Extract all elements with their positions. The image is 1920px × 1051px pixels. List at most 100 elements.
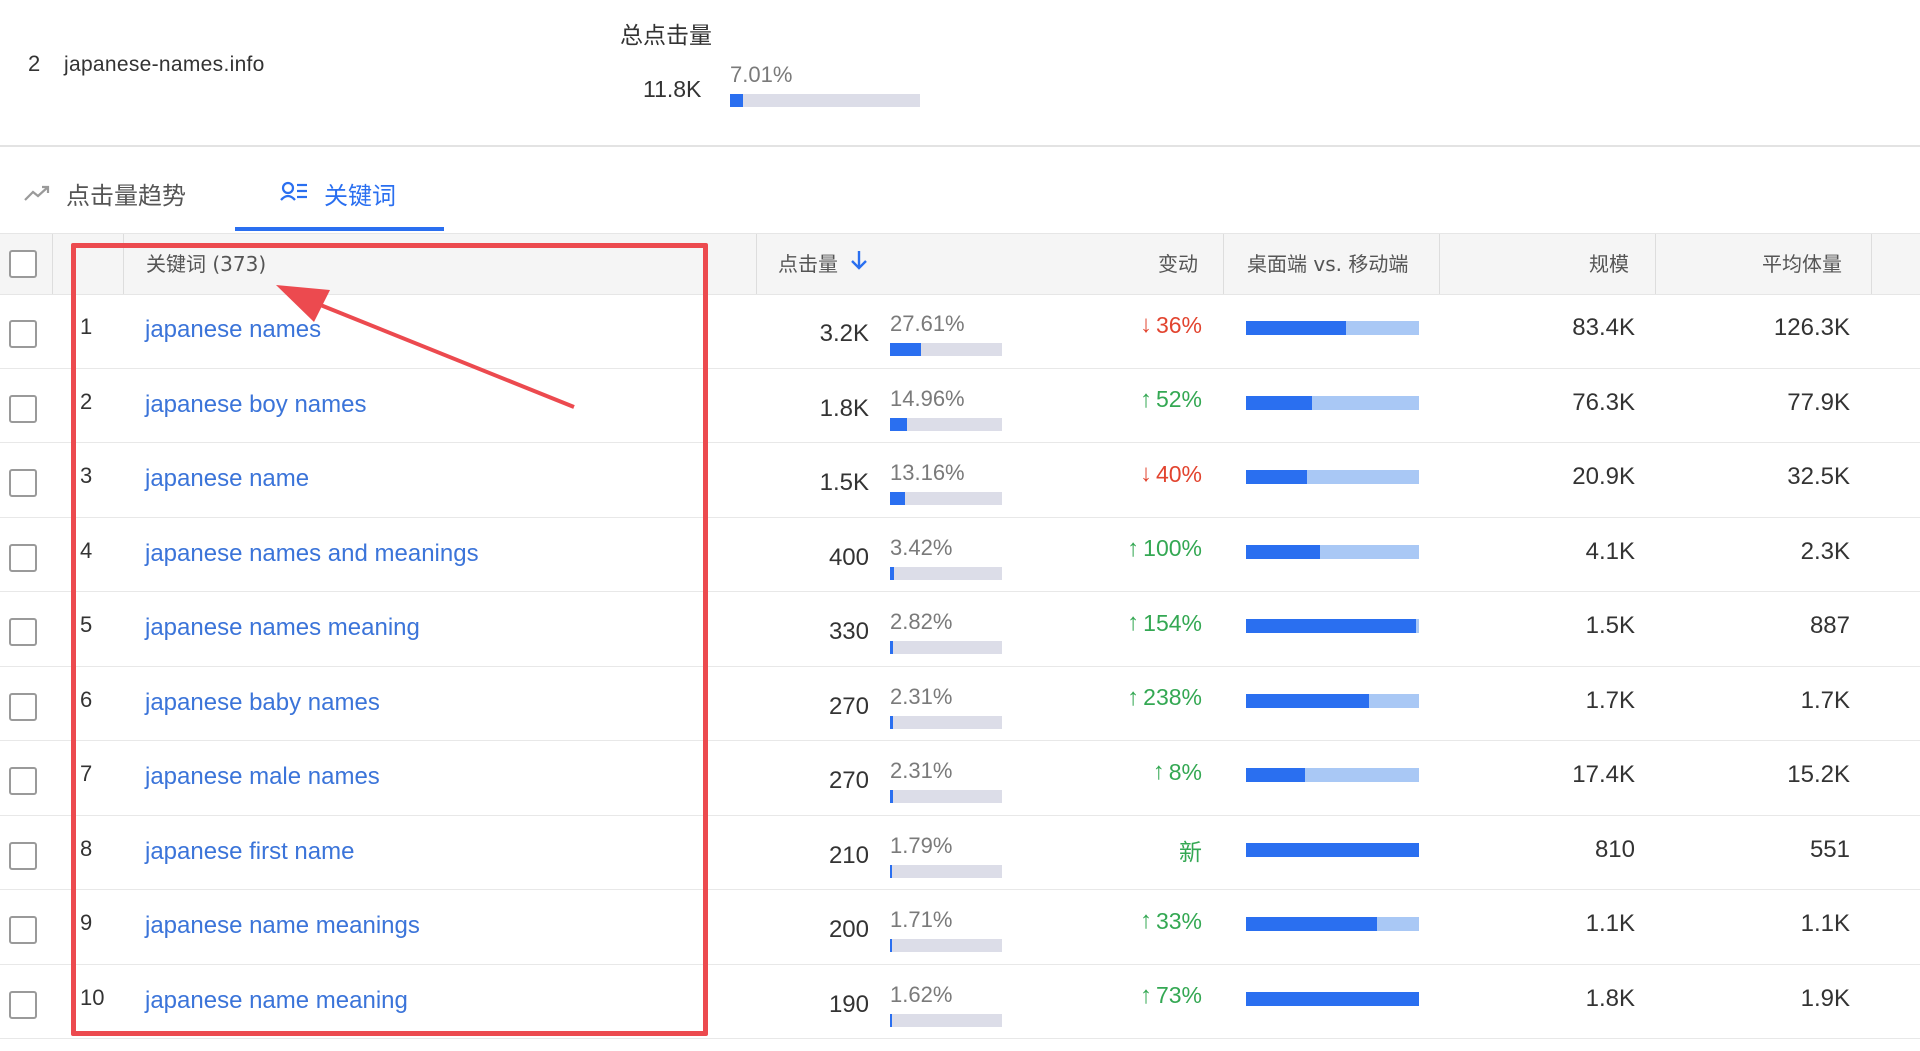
column-separator <box>123 234 124 294</box>
table-row: 4 japanese names and meanings 400 3.42% … <box>0 518 1920 592</box>
clicks-share-bar <box>890 715 1002 729</box>
desktop-share-fill <box>1246 768 1305 782</box>
table-row: 1 japanese names 3.2K 27.61% ↓ 36% 83.4K … <box>0 294 1920 369</box>
table-row: 2 japanese boy names 1.8K 14.96% ↑ 52% 76… <box>0 369 1920 443</box>
row-checkbox[interactable] <box>9 841 37 870</box>
clicks-share-bar-fill <box>890 939 893 952</box>
column-separator <box>756 234 757 294</box>
keyword-link[interactable]: japanese first name <box>145 838 354 866</box>
avg-volume-value: 126.3K <box>1773 314 1850 341</box>
avg-volume-value: 1.1K <box>1800 910 1850 937</box>
keyword-link[interactable]: japanese names meaning <box>145 614 420 642</box>
column-header-scale[interactable]: 规模 <box>1589 234 1629 294</box>
row-index: 8 <box>80 835 93 861</box>
keyword-link[interactable]: japanese name meaning <box>145 987 408 1015</box>
column-separator <box>1871 234 1872 294</box>
column-header-avg-volume[interactable]: 平均体量 <box>1762 234 1842 294</box>
clicks-share-bar-fill <box>890 715 893 729</box>
clicks-value: 200 <box>828 916 869 943</box>
tab-click-trend[interactable]: 点击量趋势 <box>24 176 186 211</box>
clicks-share-pct: 2.31% <box>890 758 953 783</box>
change-value: ↓ 36% <box>1139 311 1202 338</box>
tab-keywords[interactable]: 关键词 <box>280 176 396 211</box>
keyword-link[interactable]: japanese names <box>145 316 321 344</box>
site-domain[interactable]: japanese-names.info <box>64 53 265 77</box>
desktop-vs-mobile-bar <box>1246 470 1419 484</box>
table-row: 6 japanese baby names 270 2.31% ↑ 238% 1.… <box>0 667 1920 741</box>
column-separator <box>1655 234 1656 294</box>
arrow-up-icon: ↑ <box>1139 385 1152 413</box>
keyword-link[interactable]: japanese names and meanings <box>145 540 479 568</box>
change-value: 新 <box>1179 838 1202 865</box>
top-divider <box>0 145 1920 147</box>
row-checkbox[interactable] <box>9 916 37 944</box>
desktop-vs-mobile-bar <box>1246 321 1419 335</box>
total-clicks-pct: 7.01% <box>730 62 793 87</box>
change-value: ↑ 73% <box>1139 981 1202 1009</box>
tab-keywords-label: 关键词 <box>324 182 396 210</box>
scale-value: 83.4K <box>1572 314 1635 341</box>
column-header-device[interactable]: 桌面端 vs. 移动端 <box>1247 234 1408 294</box>
desktop-vs-mobile-bar <box>1246 917 1419 931</box>
scale-value: 810 <box>1594 835 1635 863</box>
avg-volume-value: 1.9K <box>1800 984 1850 1012</box>
row-index: 2 <box>80 388 93 414</box>
keyword-list-icon <box>280 180 308 208</box>
clicks-value: 270 <box>828 692 869 720</box>
row-checkbox[interactable] <box>9 618 37 646</box>
clicks-share-bar <box>890 417 1002 431</box>
keyword-link[interactable]: japanese boy names <box>145 391 366 419</box>
keyword-link[interactable]: japanese name <box>145 465 309 493</box>
table-row: 3 japanese name 1.5K 13.16% ↓ 40% 20.9K 3… <box>0 443 1920 518</box>
row-checkbox[interactable] <box>9 767 37 795</box>
change-value: ↓ 40% <box>1139 460 1202 487</box>
desktop-vs-mobile-bar <box>1246 544 1419 559</box>
scale-value: 1.5K <box>1585 612 1635 639</box>
clicks-share-bar <box>890 641 1002 654</box>
arrow-up-icon: ↑ <box>1127 609 1140 636</box>
desktop-share-fill <box>1246 693 1369 708</box>
select-all-checkbox[interactable] <box>9 250 37 278</box>
clicks-share-bar <box>890 864 1002 878</box>
row-checkbox[interactable] <box>9 692 37 721</box>
column-separator <box>52 234 53 294</box>
row-checkbox[interactable] <box>9 394 37 423</box>
desktop-share-fill <box>1246 544 1321 559</box>
desktop-vs-mobile-bar <box>1246 395 1419 410</box>
clicks-share-bar <box>890 343 1002 356</box>
change-value: ↑ 33% <box>1139 907 1202 934</box>
desktop-vs-mobile-bar <box>1246 619 1419 633</box>
keyword-link[interactable]: japanese male names <box>145 763 380 791</box>
clicks-share-pct: 13.16% <box>890 460 965 485</box>
clicks-value: 3.2K <box>819 320 869 347</box>
clicks-share-bar <box>890 566 1002 580</box>
keyword-link[interactable]: japanese name meanings <box>145 912 420 940</box>
change-value: ↑ 8% <box>1152 758 1202 785</box>
change-value: ↑ 100% <box>1127 534 1202 562</box>
clicks-share-pct: 1.62% <box>890 981 953 1007</box>
column-header-change[interactable]: 变动 <box>1158 234 1198 294</box>
clicks-share-pct: 14.96% <box>890 385 965 411</box>
avg-volume-value: 1.7K <box>1800 686 1850 714</box>
arrow-up-icon: ↑ <box>1127 683 1140 711</box>
clicks-value: 330 <box>828 618 869 645</box>
row-checkbox[interactable] <box>9 320 37 348</box>
clicks-share-bar <box>890 790 1002 803</box>
change-value: ↑ 52% <box>1139 385 1202 413</box>
row-checkbox[interactable] <box>9 990 37 1019</box>
scale-value: 1.1K <box>1585 910 1635 937</box>
arrow-down-icon: ↓ <box>1139 311 1152 338</box>
keyword-link[interactable]: japanese baby names <box>145 689 380 717</box>
clicks-share-bar-fill <box>890 566 894 580</box>
row-checkbox[interactable] <box>9 469 37 497</box>
scale-value: 1.8K <box>1585 984 1635 1012</box>
clicks-share-bar-fill <box>890 343 921 356</box>
column-header-keyword[interactable]: 关键词 (373) <box>146 234 266 294</box>
table-row: 9 japanese name meanings 200 1.71% ↑ 33% … <box>0 890 1920 965</box>
total-clicks-bar-fill <box>730 94 744 107</box>
arrow-up-icon: ↑ <box>1139 907 1152 934</box>
total-clicks-value: 11.8K <box>643 76 702 102</box>
column-header-clicks[interactable]: 点击量 <box>778 234 868 294</box>
arrow-up-icon: ↑ <box>1127 534 1140 562</box>
row-checkbox[interactable] <box>9 543 37 572</box>
